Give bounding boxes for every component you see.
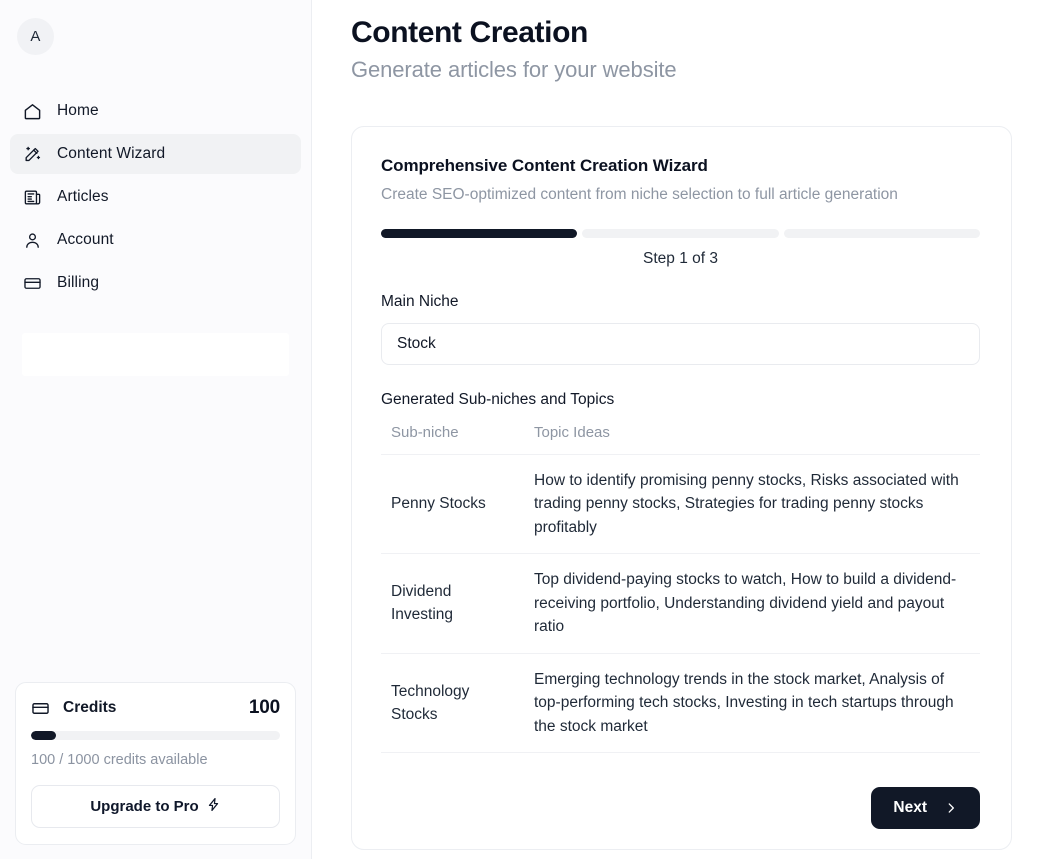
main-niche-label: Main Niche xyxy=(381,293,980,311)
magic-wand-icon xyxy=(23,145,42,164)
sidebar-item-content-wizard[interactable]: Content Wizard xyxy=(10,134,301,174)
upgrade-to-pro-button[interactable]: Upgrade to Pro xyxy=(31,785,280,828)
generated-results-label: Generated Sub-niches and Topics xyxy=(381,391,980,409)
table-row: Penny StocksHow to identify promising pe… xyxy=(381,454,980,554)
credits-available-text: 100 / 1000 credits available xyxy=(31,752,280,768)
sidebar-nav: Home Content Wizard xyxy=(0,91,311,303)
sidebar-item-articles[interactable]: Articles xyxy=(10,177,301,217)
sidebar-placeholder-block xyxy=(22,333,289,376)
table-row: Dividend InvestingTop dividend-paying st… xyxy=(381,554,980,654)
sidebar-item-label: Account xyxy=(57,232,114,248)
avatar[interactable]: A xyxy=(17,18,54,55)
sidebar-item-billing[interactable]: Billing xyxy=(10,263,301,303)
column-header-topic-ideas: Topic Ideas xyxy=(524,424,980,455)
next-button[interactable]: Next xyxy=(871,787,980,829)
lightning-bolt-icon xyxy=(206,797,221,816)
next-button-label: Next xyxy=(893,799,927,817)
cell-topic-ideas: Top dividend-paying stocks to watch, How… xyxy=(524,554,980,654)
page-subtitle: Generate articles for your website xyxy=(351,57,1012,83)
upgrade-button-label: Upgrade to Pro xyxy=(90,798,198,815)
sidebar-item-label: Articles xyxy=(57,189,109,205)
sidebar-item-label: Content Wizard xyxy=(57,146,165,162)
chevron-right-icon xyxy=(944,801,958,815)
sidebar-item-label: Billing xyxy=(57,275,99,291)
cell-topic-ideas: How to identify promising penny stocks, … xyxy=(524,454,980,554)
column-header-sub-niche: Sub-niche xyxy=(381,424,524,455)
main-niche-input[interactable] xyxy=(381,323,980,365)
credits-progress-bar xyxy=(31,731,280,740)
sidebar: A Home xyxy=(0,0,312,859)
newspaper-icon xyxy=(23,188,42,207)
progress-segment-3 xyxy=(784,229,980,238)
cell-topic-ideas: Emerging technology trends in the stock … xyxy=(524,653,980,753)
wizard-footer: Next xyxy=(381,787,980,829)
main-content: Content Creation Generate articles for y… xyxy=(312,0,1049,859)
cell-sub-niche: Penny Stocks xyxy=(381,454,524,554)
credits-label: Credits xyxy=(63,699,116,717)
wizard-card: Comprehensive Content Creation Wizard Cr… xyxy=(351,126,1012,850)
table-header-row: Sub-niche Topic Ideas xyxy=(381,424,980,455)
avatar-row: A xyxy=(0,0,311,55)
table-row: Technology StocksEmerging technology tre… xyxy=(381,653,980,753)
table-head: Sub-niche Topic Ideas xyxy=(381,424,980,455)
progress-segment-1 xyxy=(381,229,577,238)
credits-value: 100 xyxy=(249,697,280,719)
sidebar-item-label: Home xyxy=(57,103,99,119)
sidebar-item-home[interactable]: Home xyxy=(10,91,301,131)
credits-card: Credits 100 100 / 1000 credits available… xyxy=(15,682,296,845)
cell-sub-niche: Technology Stocks xyxy=(381,653,524,753)
progress-segment-2 xyxy=(582,229,778,238)
credits-header: Credits 100 xyxy=(31,697,280,719)
wizard-description: Create SEO-optimized content from niche … xyxy=(381,186,980,204)
step-indicator: Step 1 of 3 xyxy=(381,250,980,268)
wizard-title: Comprehensive Content Creation Wizard xyxy=(381,156,980,176)
sidebar-item-account[interactable]: Account xyxy=(10,220,301,260)
credit-card-icon xyxy=(23,274,42,293)
user-icon xyxy=(23,231,42,250)
page-title: Content Creation xyxy=(351,14,1012,52)
credits-progress-fill xyxy=(31,731,56,740)
home-icon xyxy=(23,102,42,121)
credit-card-icon xyxy=(31,699,50,718)
table-body: Penny StocksHow to identify promising pe… xyxy=(381,454,980,753)
sidebar-spacer xyxy=(0,376,311,682)
wizard-progress xyxy=(381,229,980,238)
credits-label-group: Credits xyxy=(31,699,116,718)
app-root: A Home xyxy=(0,0,1049,859)
cell-sub-niche: Dividend Investing xyxy=(381,554,524,654)
subniche-topics-table: Sub-niche Topic Ideas Penny StocksHow to… xyxy=(381,424,980,754)
